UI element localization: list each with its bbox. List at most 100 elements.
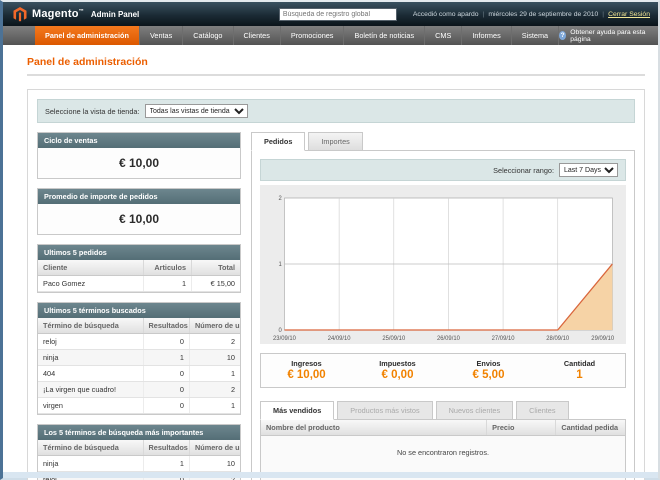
main-content: Panel de administración Seleccione la vi… bbox=[3, 45, 658, 480]
last-orders-box: Ultimos 5 pedidos ClienteArticulosTotalP… bbox=[37, 244, 241, 293]
table-header-row: Término de búsquedaResultadosNúmero de u… bbox=[38, 318, 240, 334]
logo-subtitle: Admin Panel bbox=[91, 10, 139, 19]
nav-item[interactable]: Panel de administración bbox=[35, 26, 140, 45]
column-header: Resultados bbox=[143, 318, 189, 334]
box-title: Los 5 términos de búsqueda más important… bbox=[38, 425, 240, 440]
magento-m-icon bbox=[13, 7, 27, 22]
stat-impuestos: Impuestos€ 0,00 bbox=[352, 354, 443, 387]
stat-label: Cantidad bbox=[534, 359, 625, 368]
header-user-info: Accedió como apardo | miércoles 29 de se… bbox=[413, 11, 650, 18]
range-select[interactable]: Last 7 Days bbox=[559, 163, 618, 177]
nav-item[interactable]: Clientes bbox=[234, 26, 281, 45]
store-view-switcher: Seleccione la vista de tienda: Todas las… bbox=[37, 99, 635, 123]
column-header: Término de búsqueda bbox=[38, 318, 143, 334]
nav-item[interactable]: Sistema bbox=[512, 26, 559, 45]
last-search-terms-box: Ultimos 5 términos buscados Término de b… bbox=[37, 302, 241, 415]
last-search-terms-table: Término de búsquedaResultadosNúmero de u… bbox=[38, 318, 240, 414]
app-window: Magento™ Admin Panel Accedió como apardo… bbox=[0, 0, 660, 480]
column-header: Articulos bbox=[143, 260, 191, 276]
table-row: ¡La virgen que cuadro!02 bbox=[38, 382, 240, 398]
table-row: reloj02 bbox=[38, 334, 240, 350]
stat-label: Impuestos bbox=[352, 359, 443, 368]
average-orders-value: € 10,00 bbox=[38, 204, 240, 234]
stat-label: Envios bbox=[443, 359, 534, 368]
table-header-row: ClienteArticulosTotal bbox=[38, 260, 240, 276]
page-title: Panel de administración bbox=[27, 56, 645, 76]
nav-item[interactable]: Boletín de noticias bbox=[344, 26, 425, 45]
column-header: Nombre del producto bbox=[261, 420, 487, 436]
tab-m-s-vendidos[interactable]: Más vendidos bbox=[260, 401, 334, 420]
help-link-label: Obtener ayuda para esta página bbox=[570, 29, 648, 43]
nav-item[interactable]: Informes bbox=[462, 26, 511, 45]
right-column: PedidosImportes Seleccionar rango: Last … bbox=[251, 132, 635, 480]
orders-chart: 01223/09/1024/09/1025/09/1026/09/1027/09… bbox=[270, 192, 616, 342]
nav-item[interactable]: Promociones bbox=[281, 26, 345, 45]
column-header: Total bbox=[192, 260, 240, 276]
table-header-row: Nombre del productoPrecioCantidad pedida bbox=[261, 420, 625, 436]
stat-cantidad: Cantidad1 bbox=[534, 354, 625, 387]
tab-importes[interactable]: Importes bbox=[308, 132, 362, 151]
range-label: Seleccionar rango: bbox=[493, 166, 554, 175]
column-header: Precio bbox=[487, 420, 556, 436]
box-title: Promedio de importe de pedidos bbox=[38, 189, 240, 204]
last-orders-table: ClienteArticulosTotalPaco Gomez1€ 15,00 bbox=[38, 260, 240, 292]
stat-value: € 0,00 bbox=[352, 369, 443, 381]
main-nav: Panel de administraciónVentasCatálogoCli… bbox=[3, 26, 658, 45]
svg-text:0: 0 bbox=[278, 327, 282, 334]
current-date-text: miércoles 29 de septiembre de 2010 bbox=[488, 11, 598, 18]
magento-logo: Magento™ Admin Panel bbox=[13, 7, 139, 22]
average-orders-box: Promedio de importe de pedidos € 10,00 bbox=[37, 188, 241, 235]
chart-area: 01223/09/1024/09/1025/09/1026/09/1027/09… bbox=[260, 185, 626, 344]
table-row: ninja110 bbox=[38, 350, 240, 366]
svg-text:2: 2 bbox=[278, 195, 282, 202]
stat-value: € 10,00 bbox=[261, 369, 352, 381]
table-row: ninja110 bbox=[38, 456, 240, 472]
table-row: Paco Gomez1€ 15,00 bbox=[38, 276, 240, 292]
window-status-strip bbox=[3, 472, 658, 478]
range-selector-bar: Seleccionar rango: Last 7 Days bbox=[260, 159, 626, 181]
column-header: Número de usos bbox=[189, 440, 240, 456]
stat-value: € 5,00 bbox=[443, 369, 534, 381]
nav-item[interactable]: Ventas bbox=[140, 26, 183, 45]
stat-ingresos: Ingresos€ 10,00 bbox=[261, 354, 352, 387]
store-view-select[interactable]: Todas las vistas de tienda bbox=[145, 104, 248, 118]
separator: | bbox=[602, 11, 604, 18]
global-search-input[interactable] bbox=[279, 8, 397, 21]
help-link[interactable]: ? Obtener ayuda para esta página bbox=[559, 26, 658, 45]
column-header: Término de búsqueda bbox=[38, 440, 143, 456]
lifetime-sales-box: Ciclo de ventas € 10,00 bbox=[37, 132, 241, 179]
box-title: Ultimos 5 pedidos bbox=[38, 245, 240, 260]
nav-item[interactable]: Catálogo bbox=[183, 26, 233, 45]
column-header: Número de usos bbox=[189, 318, 240, 334]
report-tabs: Más vendidosProductos más vistosNuevos c… bbox=[260, 401, 626, 420]
table-header-row: Término de búsquedaResultadosNúmero de u… bbox=[38, 440, 240, 456]
totals-row: Ingresos€ 10,00Impuestos€ 0,00Envios€ 5,… bbox=[260, 353, 626, 388]
tab-nuevos-clientes: Nuevos clientes bbox=[436, 401, 514, 420]
svg-text:23/09/10: 23/09/10 bbox=[273, 335, 296, 342]
box-title: Ultimos 5 términos buscados bbox=[38, 303, 240, 318]
svg-text:25/09/10: 25/09/10 bbox=[382, 335, 405, 342]
header-bar: Magento™ Admin Panel Accedió como apardo… bbox=[3, 2, 658, 26]
dashboard-columns: Ciclo de ventas € 10,00 Promedio de impo… bbox=[37, 132, 635, 480]
dashboard-container: Seleccione la vista de tienda: Todas las… bbox=[27, 89, 645, 480]
column-header: Cantidad pedida bbox=[556, 420, 625, 436]
svg-text:24/09/10: 24/09/10 bbox=[328, 335, 351, 342]
store-view-label: Seleccione la vista de tienda: bbox=[45, 107, 140, 116]
stat-value: 1 bbox=[534, 369, 625, 381]
tab-pedidos[interactable]: Pedidos bbox=[251, 132, 305, 151]
bestsellers-table: Nombre del productoPrecioCantidad pedida… bbox=[261, 420, 625, 480]
stat-envios: Envios€ 5,00 bbox=[443, 354, 534, 387]
svg-text:28/09/10: 28/09/10 bbox=[546, 335, 569, 342]
bestsellers-panel: Nombre del productoPrecioCantidad pedida… bbox=[260, 419, 626, 480]
box-title: Ciclo de ventas bbox=[38, 133, 240, 148]
svg-text:29/09/10: 29/09/10 bbox=[591, 335, 614, 342]
nav-item[interactable]: CMS bbox=[425, 26, 462, 45]
help-icon: ? bbox=[559, 31, 566, 40]
tab-productos-m-s-vistos: Productos más vistos bbox=[337, 401, 432, 420]
separator: | bbox=[483, 11, 485, 18]
column-header: Cliente bbox=[38, 260, 143, 276]
svg-text:1: 1 bbox=[278, 261, 282, 268]
svg-text:27/09/10: 27/09/10 bbox=[492, 335, 515, 342]
logout-link[interactable]: Cerrar Sesión bbox=[608, 11, 650, 18]
stat-label: Ingresos bbox=[261, 359, 352, 368]
